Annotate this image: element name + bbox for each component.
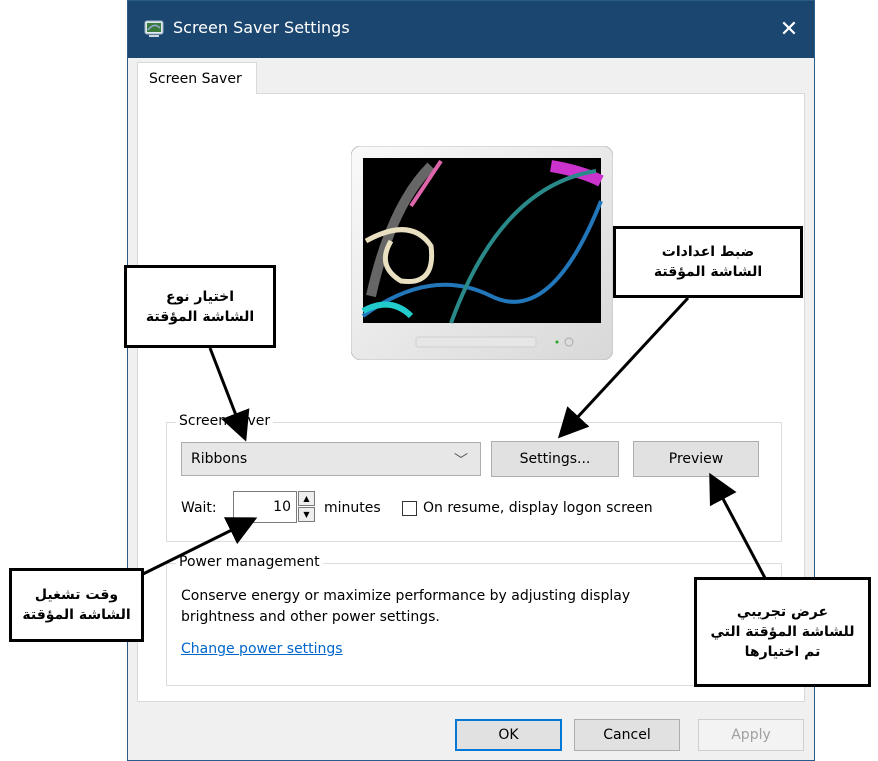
apply-button[interactable]: Apply	[698, 719, 804, 751]
callout-wait-time-text: وقت تشغيل الشاشة المؤقتة	[22, 587, 131, 623]
preview-button[interactable]: Preview	[633, 441, 759, 477]
cancel-button-label: Cancel	[603, 727, 651, 743]
settings-button-label: Settings...	[519, 451, 591, 467]
wait-minutes-input[interactable]: 10	[233, 491, 297, 523]
screen-saver-selected: Ribbons	[191, 451, 248, 467]
screen-saver-preview-monitor	[351, 146, 613, 360]
screen-saver-group-label: Screen saver	[176, 413, 274, 429]
minutes-label: minutes	[324, 500, 381, 516]
close-button[interactable]: ✕	[764, 1, 814, 58]
cancel-button[interactable]: Cancel	[574, 719, 680, 751]
apply-button-label: Apply	[731, 727, 771, 743]
power-management-group-label: Power management	[176, 554, 323, 570]
tab-screen-saver[interactable]: Screen Saver	[137, 62, 257, 94]
callout-preview-selected-text: عرض تجريبي للشاشة المؤقتة التي تم اختيار…	[710, 604, 855, 660]
screen-saver-dropdown[interactable]: Ribbons ﹀	[181, 442, 481, 476]
callout-wait-time: وقت تشغيل الشاشة المؤقتة	[9, 568, 144, 642]
screen-saver-app-icon	[144, 20, 164, 37]
callout-choose-type-text: اختيار نوع الشاشة المؤقتة	[145, 288, 255, 325]
triangle-down-icon: ▼	[303, 510, 310, 519]
spin-up-button[interactable]: ▲	[298, 491, 315, 506]
power-management-description: Conserve energy or maximize performance …	[181, 588, 631, 625]
preview-button-label: Preview	[668, 451, 724, 467]
wait-minutes-value: 10	[273, 499, 291, 515]
callout-adjust-settings: ضبط اعدادات الشاشة المؤقتة	[613, 226, 803, 298]
change-power-settings-link[interactable]: Change power settings	[181, 641, 343, 657]
callout-adjust-settings-text: ضبط اعدادات الشاشة المؤقتة	[653, 244, 763, 280]
wait-label: Wait:	[181, 500, 217, 516]
chevron-down-icon: ﹀	[454, 453, 468, 469]
tab-label: Screen Saver	[149, 71, 242, 87]
ok-button-label: OK	[498, 727, 519, 743]
ok-button[interactable]: OK	[455, 719, 562, 751]
spin-down-button[interactable]: ▼	[298, 507, 315, 522]
resume-logon-label[interactable]: On resume, display logon screen	[423, 500, 653, 516]
resume-logon-checkbox[interactable]	[402, 501, 417, 516]
callout-preview-selected: عرض تجريبي للشاشة المؤقتة التي تم اختيار…	[694, 577, 871, 687]
window-title: Screen Saver Settings	[173, 18, 350, 37]
callout-choose-type: اختيار نوع الشاشة المؤقتة	[124, 265, 276, 348]
settings-button[interactable]: Settings...	[491, 441, 619, 477]
title-bar: Screen Saver Settings ✕	[128, 1, 814, 58]
close-icon: ✕	[779, 17, 799, 42]
screen-saver-group: Screen saver	[166, 413, 782, 542]
triangle-up-icon: ▲	[303, 494, 310, 503]
